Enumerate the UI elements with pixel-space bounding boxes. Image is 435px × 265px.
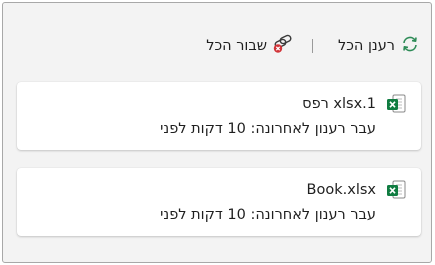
file-name: ספר xlsx.1 [302, 96, 376, 112]
refresh-all-label: רענן הכל [337, 38, 395, 54]
linked-file-card[interactable]: ספר xlsx.1 עבר רענון לאחרונה: 10 דקות לפ… [17, 82, 421, 150]
toolbar-divider [312, 39, 313, 53]
refresh-icon [400, 34, 420, 58]
unlink-icon [272, 34, 294, 58]
excel-file-icon [385, 179, 407, 201]
excel-file-icon [385, 93, 407, 115]
last-refreshed-status: עבר רענון לאחרונה: 10 דקות לפני [160, 121, 376, 137]
break-all-button[interactable]: שבור הכל [206, 31, 294, 61]
toolbar: רענן הכל שבור הכל [3, 31, 431, 61]
linked-file-card[interactable]: Book.xlsx עבר רענון לאחרונה: 10 דקות לפנ… [17, 168, 421, 236]
break-all-label: שבור הכל [206, 38, 267, 54]
workbook-links-pane: רענן הכל שבור הכל ספר xlsx.1 עבר רענון ל… [2, 2, 432, 263]
refresh-all-button[interactable]: רענן הכל [338, 31, 420, 61]
file-name: Book.xlsx [306, 182, 376, 198]
last-refreshed-status: עבר רענון לאחרונה: 10 דקות לפני [160, 207, 376, 223]
